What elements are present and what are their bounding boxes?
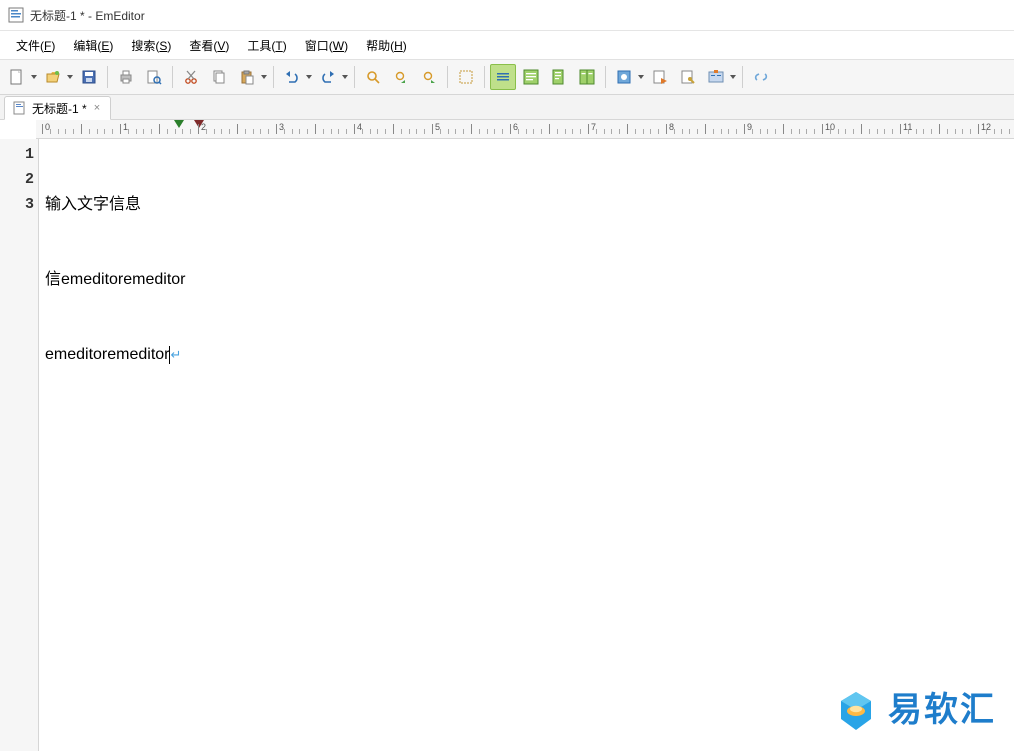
copy-button[interactable] <box>206 64 232 90</box>
new-button[interactable] <box>4 64 30 90</box>
menu-tools[interactable]: 工具(T) <box>239 35 294 56</box>
marquee-button[interactable] <box>453 64 479 90</box>
print-preview-button[interactable] <box>141 64 167 90</box>
tab-doc-icon <box>13 101 27 115</box>
toolbar-separator <box>354 66 355 88</box>
toolbar-separator <box>605 66 606 88</box>
menu-edit[interactable]: 编辑(E) <box>65 35 121 56</box>
document-tab[interactable]: 无标题-1 * × <box>4 96 111 120</box>
undo-dropdown[interactable] <box>305 75 313 79</box>
tab-close-button[interactable]: × <box>92 102 102 114</box>
toolbar-separator <box>172 66 173 88</box>
tools-dropdown[interactable] <box>729 75 737 79</box>
line-number-gutter: 1 2 3 <box>0 139 39 751</box>
toolbar-separator <box>484 66 485 88</box>
text-line[interactable]: 输入文字信息 <box>45 192 1014 217</box>
main-toolbar <box>0 59 1014 95</box>
find-next-button[interactable] <box>416 64 442 90</box>
open-dropdown[interactable] <box>66 75 74 79</box>
menu-file[interactable]: 文件(F) <box>8 35 63 56</box>
find-prev-button[interactable] <box>388 64 414 90</box>
text-area[interactable]: 输入文字信息 信emeditoremeditor emeditoremedito… <box>39 139 1014 751</box>
watermark: 易软汇 <box>834 689 996 733</box>
ruler[interactable]: 0123456789101112 <box>36 120 1014 139</box>
document-tab-bar: 无标题-1 * × <box>0 95 1014 120</box>
menu-window[interactable]: 窗口(W) <box>297 35 356 56</box>
plugins-button[interactable] <box>675 64 701 90</box>
cut-button[interactable] <box>178 64 204 90</box>
editor-area: 1 2 3 输入文字信息 信emeditoremeditor emeditore… <box>0 139 1014 751</box>
menu-help[interactable]: 帮助(H) <box>358 35 415 56</box>
watermark-text: 易软汇 <box>888 694 996 728</box>
tools-button[interactable] <box>703 64 729 90</box>
toolbar-separator <box>273 66 274 88</box>
text-line[interactable]: emeditoremeditor↵ <box>45 342 1014 367</box>
save-button[interactable] <box>76 64 102 90</box>
open-button[interactable] <box>40 64 66 90</box>
title-bar: 无标题-1 * - EmEditor <box>0 0 1014 31</box>
config-dropdown[interactable] <box>637 75 645 79</box>
paste-button[interactable] <box>234 64 260 90</box>
wrap-page-button[interactable] <box>546 64 572 90</box>
redo-dropdown[interactable] <box>341 75 349 79</box>
ruler-left-indent-icon[interactable] <box>174 120 184 128</box>
find-button[interactable] <box>360 64 386 90</box>
wrap-none-button[interactable] <box>490 64 516 90</box>
text-caret <box>169 346 170 364</box>
window-title: 无标题-1 * - EmEditor <box>30 7 145 24</box>
config-button[interactable] <box>611 64 637 90</box>
paste-dropdown[interactable] <box>260 75 268 79</box>
wrap-column-button[interactable] <box>574 64 600 90</box>
toolbar-separator <box>107 66 108 88</box>
text-line[interactable]: 信emeditoremeditor <box>45 267 1014 292</box>
redo-button[interactable] <box>315 64 341 90</box>
undo-button[interactable] <box>279 64 305 90</box>
toolbar-separator <box>447 66 448 88</box>
tab-label: 无标题-1 * <box>32 100 87 117</box>
print-button[interactable] <box>113 64 139 90</box>
menu-search[interactable]: 搜索(S) <box>123 35 179 56</box>
line-number: 1 <box>0 142 34 167</box>
toolbar-separator <box>742 66 743 88</box>
line-number: 2 <box>0 167 34 192</box>
line-number: 3 <box>0 192 34 217</box>
eol-icon: ↵ <box>171 342 182 367</box>
menu-view[interactable]: 查看(V) <box>181 35 237 56</box>
app-icon <box>8 7 24 23</box>
link-button[interactable] <box>748 64 774 90</box>
menu-bar: 文件(F) 编辑(E) 搜索(S) 查看(V) 工具(T) 窗口(W) 帮助(H… <box>0 31 1014 59</box>
watermark-logo-icon <box>834 689 878 733</box>
wrap-window-button[interactable] <box>518 64 544 90</box>
new-dropdown[interactable] <box>30 75 38 79</box>
macros-button[interactable] <box>647 64 673 90</box>
